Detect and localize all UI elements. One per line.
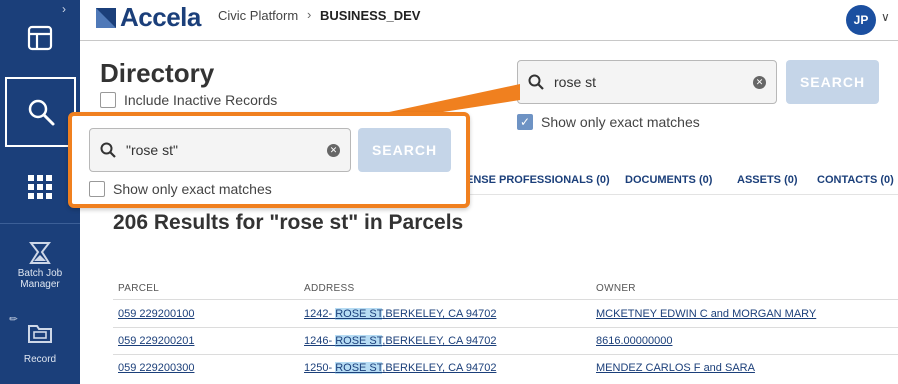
callout-search-value: "rose st" (126, 142, 178, 158)
callout-zoom: "rose st" ✕ SEARCH Show only exact match… (68, 112, 470, 208)
callout-search-input[interactable]: "rose st" ✕ (89, 128, 351, 172)
callout-exact-match-label: Show only exact matches (113, 181, 272, 197)
callout-exact-match-toggle[interactable]: Show only exact matches (89, 181, 272, 197)
callout-exact-match-checkbox[interactable] (89, 181, 105, 197)
clear-icon[interactable]: ✕ (327, 143, 340, 157)
callout-search-button[interactable]: SEARCH (358, 128, 451, 172)
search-icon (100, 142, 116, 158)
